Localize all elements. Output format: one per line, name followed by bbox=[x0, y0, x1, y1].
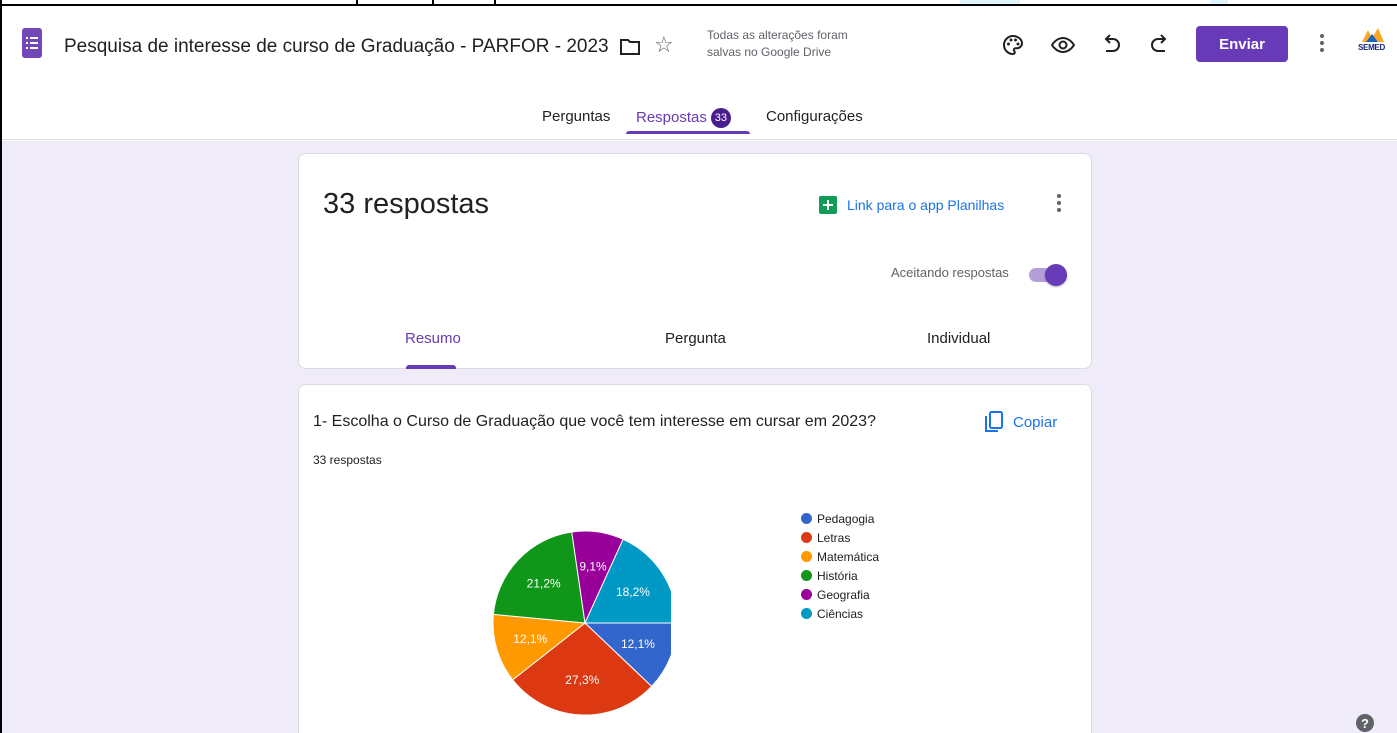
legend-label: Pedagogia bbox=[817, 511, 875, 526]
legend-item-história: História bbox=[801, 566, 879, 585]
more-vert-icon[interactable] bbox=[1320, 34, 1324, 55]
forms-logo-icon[interactable] bbox=[22, 28, 42, 58]
legend-swatch bbox=[801, 589, 812, 600]
question-card: 1- Escolha o Curso de Graduação que você… bbox=[298, 384, 1092, 733]
subtab-question[interactable]: Pergunta bbox=[665, 330, 726, 347]
document-title[interactable]: Pesquisa de interesse de curso de Gradua… bbox=[64, 36, 609, 58]
tab-responses-label: Respostas bbox=[636, 109, 707, 126]
sheets-icon bbox=[819, 196, 837, 214]
sheets-link-label: Link para o app Planilhas bbox=[847, 197, 1005, 213]
legend-item-ciências: Ciências bbox=[801, 604, 879, 623]
active-tab-indicator bbox=[626, 131, 750, 134]
subtab-summary[interactable]: Resumo bbox=[405, 330, 461, 347]
tab-settings[interactable]: Configurações bbox=[766, 108, 863, 140]
frame-tint bbox=[960, 0, 1020, 4]
window-frame-top bbox=[0, 0, 1397, 6]
pie-label-geografia: 9,1% bbox=[579, 560, 607, 574]
legend-label: Letras bbox=[817, 530, 851, 545]
pie-label-ciências: 18,2% bbox=[616, 585, 650, 599]
legend-label: Geografia bbox=[817, 587, 870, 602]
legend-label: História bbox=[817, 568, 858, 583]
accepting-responses-label: Aceitando respostas bbox=[891, 265, 1009, 280]
save-status-line1: Todas as alterações foram bbox=[707, 28, 848, 42]
legend-swatch bbox=[801, 532, 812, 543]
main-tabs: Perguntas Respostas 33 Configurações bbox=[2, 104, 1397, 140]
legend-swatch bbox=[801, 513, 812, 524]
pie-label-história: 21,2% bbox=[527, 577, 561, 591]
question-response-count: 33 respostas bbox=[313, 453, 382, 467]
pie-label-letras: 27,3% bbox=[565, 673, 599, 687]
star-icon[interactable]: ☆ bbox=[654, 34, 674, 56]
legend-label: Ciências bbox=[817, 606, 864, 621]
legend-item-matemática: Matemática bbox=[801, 547, 879, 566]
legend-label: Matemática bbox=[817, 549, 880, 564]
legend-swatch bbox=[801, 570, 812, 581]
sheets-link[interactable]: Link para o app Planilhas bbox=[819, 196, 1004, 214]
question-title: 1- Escolha o Curso de Graduação que você… bbox=[313, 413, 876, 430]
subtab-indicator bbox=[406, 365, 456, 369]
legend-item-letras: Letras bbox=[801, 528, 879, 547]
responses-summary-card: 33 respostas Link para o app Planilhas A… bbox=[298, 153, 1092, 369]
account-avatar[interactable]: SEMED bbox=[1358, 26, 1388, 62]
copy-button[interactable]: Copiar bbox=[985, 411, 1057, 433]
responses-count-badge: 33 bbox=[710, 108, 731, 128]
save-status-line2: salvas no Google Drive bbox=[707, 45, 832, 59]
legend-item-pedagogia: Pedagogia bbox=[801, 509, 879, 528]
frame-divider bbox=[494, 0, 496, 6]
accepting-responses-toggle[interactable] bbox=[1029, 264, 1067, 286]
tab-responses[interactable]: Respostas 33 bbox=[636, 108, 731, 140]
app-header: Pesquisa de interesse de curso de Gradua… bbox=[2, 8, 1397, 140]
pie-label-pedagogia: 12,1% bbox=[621, 637, 655, 651]
copy-icon bbox=[985, 411, 1003, 432]
eye-icon[interactable] bbox=[1050, 34, 1076, 61]
chart-legend: Pedagogia Letras Matemática História Geograf… bbox=[801, 509, 879, 623]
redo-icon[interactable] bbox=[1149, 34, 1169, 61]
legend-swatch bbox=[801, 608, 812, 619]
frame-tint bbox=[1210, 0, 1228, 4]
responses-count-title: 33 respostas bbox=[323, 188, 490, 220]
pie-chart: 12,1% 27,3% 12,1% 21,2% 9,1% 18,2% bbox=[477, 509, 678, 733]
account-logo-text: SEMED bbox=[1358, 43, 1385, 52]
legend-swatch bbox=[801, 551, 812, 562]
folder-icon[interactable] bbox=[619, 38, 641, 61]
more-options-icon[interactable] bbox=[1057, 194, 1061, 215]
save-status: Todas as alterações foram salvas no Goog… bbox=[707, 27, 887, 61]
tab-questions[interactable]: Perguntas bbox=[542, 108, 610, 140]
subtab-individual[interactable]: Individual bbox=[927, 330, 990, 347]
legend-item-geografia: Geografia bbox=[801, 585, 879, 604]
send-button[interactable]: Enviar bbox=[1196, 26, 1288, 62]
help-icon[interactable]: ? bbox=[1356, 714, 1374, 732]
pie-label-matemática: 12,1% bbox=[513, 632, 547, 646]
undo-icon[interactable] bbox=[1102, 34, 1122, 61]
frame-divider bbox=[356, 0, 358, 6]
copy-label: Copiar bbox=[1013, 413, 1058, 431]
palette-icon[interactable] bbox=[1002, 34, 1024, 61]
frame-divider bbox=[432, 0, 434, 6]
